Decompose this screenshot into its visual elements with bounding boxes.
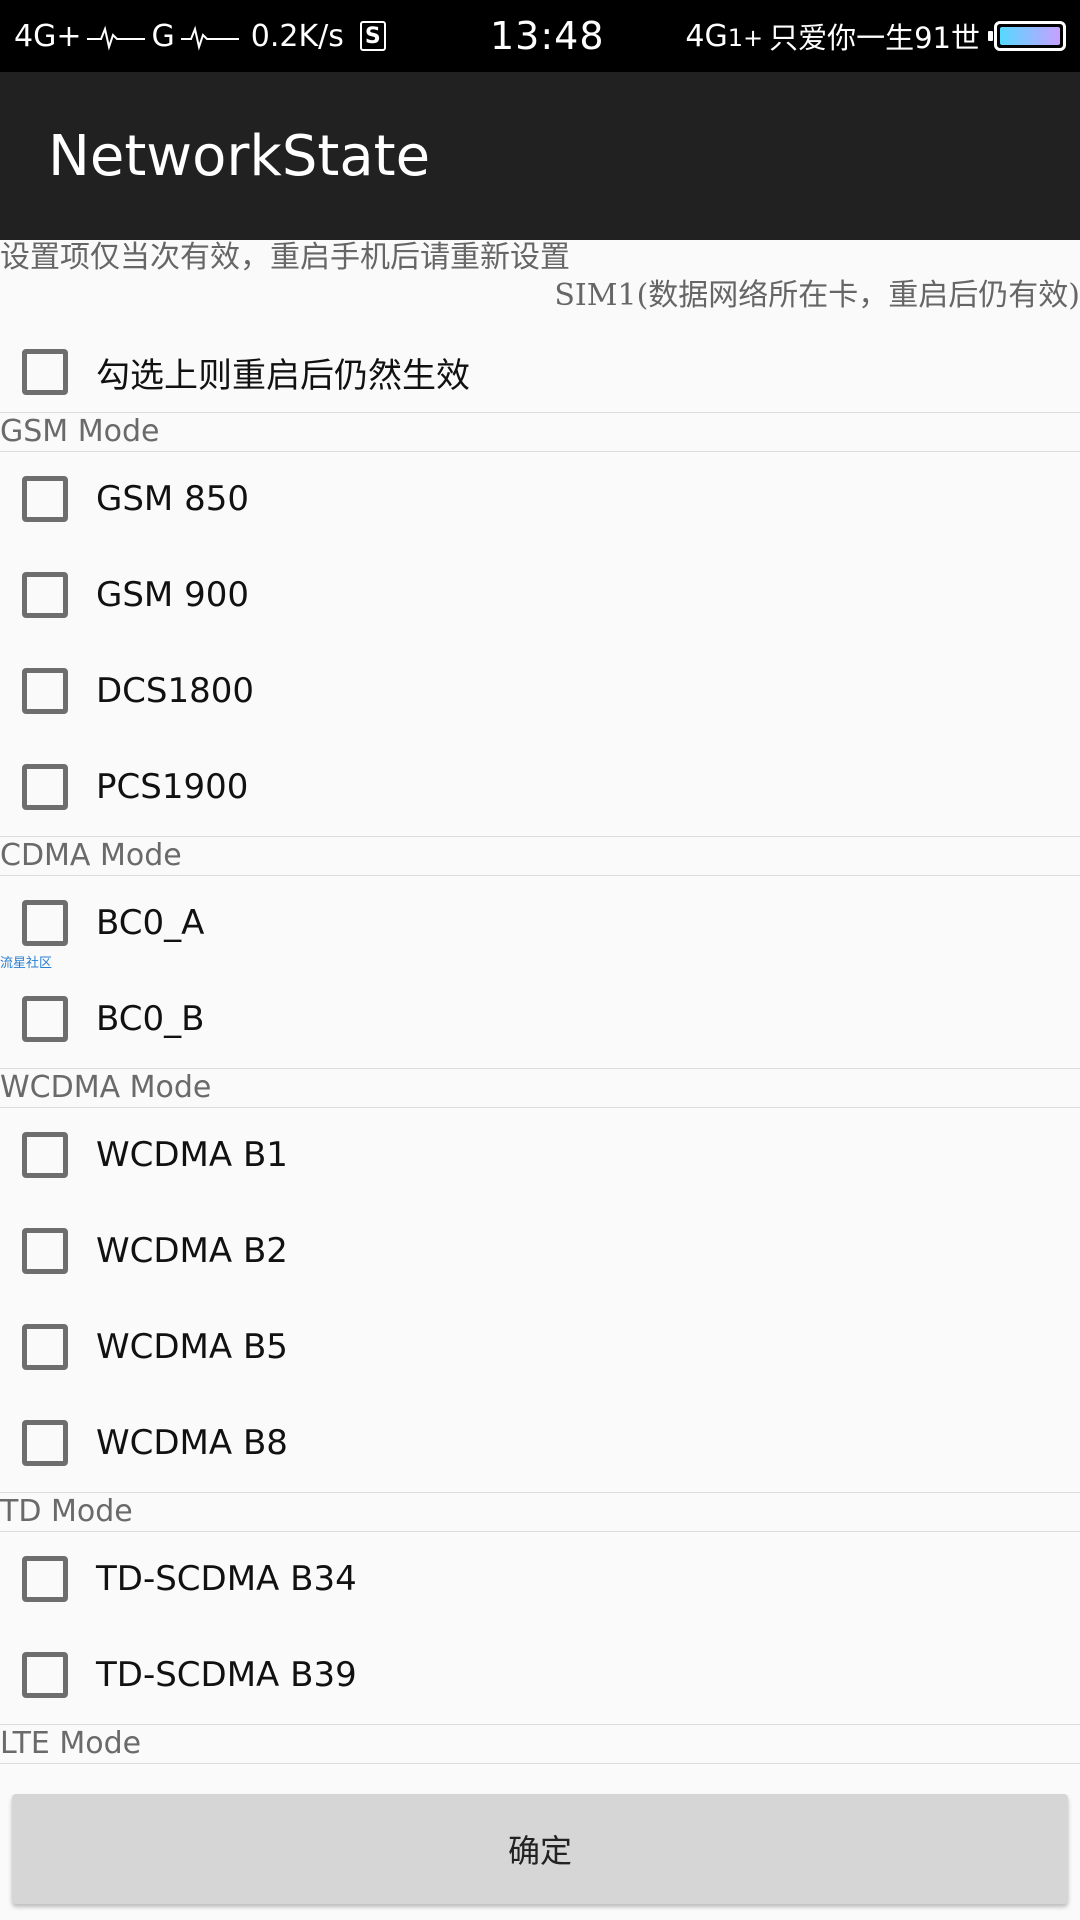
band-row[interactable]: TD-SCDMA B34 [0, 1531, 1080, 1627]
section-header-wcdma: WCDMA Mode [0, 1068, 1080, 1108]
band-checkbox[interactable] [22, 900, 68, 946]
signal-wave-icon [87, 21, 146, 51]
status-bar-left: 4G+ G 0.2K/s S [14, 19, 386, 54]
sim-info-text: SIM1(数据网络所在卡，重启后仍有效) [554, 278, 1080, 313]
band-checkbox[interactable] [22, 996, 68, 1042]
section-header-cdma: CDMA Mode [0, 836, 1080, 876]
band-row[interactable]: GSM 900 [0, 547, 1080, 643]
section-header-gsm: GSM Mode [0, 412, 1080, 452]
s-app-icon: S [359, 21, 386, 51]
band-label: WCDMA B5 [96, 1327, 288, 1367]
confirm-button[interactable]: 确定 [12, 1794, 1068, 1904]
signal-wave-icon [180, 21, 239, 51]
band-row[interactable]: BC0_A [0, 875, 1080, 971]
status-bar: 4G+ G 0.2K/s S 13:48 4G1+ 只爱你一生91世 [0, 0, 1080, 72]
band-row[interactable]: WCDMA B5 [0, 1299, 1080, 1395]
band-row[interactable]: DCS1800 [0, 643, 1080, 739]
band-label: WCDMA B8 [96, 1423, 288, 1463]
band-row[interactable]: GSM 850 [0, 451, 1080, 547]
band-checkbox[interactable] [22, 1420, 68, 1466]
band-checkbox[interactable] [22, 476, 68, 522]
network-type-2: G [151, 18, 175, 54]
app-bar: NetworkState [0, 72, 1080, 240]
band-row[interactable]: WCDMA B1 [0, 1107, 1080, 1203]
network-type-3: 4G1+ [685, 18, 764, 54]
network-type-1: 4G+ [14, 18, 82, 54]
band-checkbox[interactable] [22, 1556, 68, 1602]
clock: 13:48 [490, 14, 605, 58]
battery-icon [988, 21, 1066, 51]
persist-option-row[interactable]: 勾选上则重启后仍然生效 [0, 324, 1080, 420]
band-label: BC0_A [96, 903, 205, 943]
band-label: GSM 900 [96, 575, 249, 615]
band-label: TD-SCDMA B39 [96, 1655, 357, 1695]
band-checkbox[interactable] [22, 1324, 68, 1370]
watermark-text: 流星社区 [0, 956, 53, 971]
band-row[interactable]: PCS1900 [0, 739, 1080, 835]
page-title: NetworkState [48, 123, 431, 189]
band-row[interactable]: TD-SCDMA B39 [0, 1627, 1080, 1723]
network-speed: 0.2K/s [250, 18, 344, 54]
band-checkbox[interactable] [22, 1132, 68, 1178]
section-header-lte: LTE Mode [0, 1724, 1080, 1764]
band-row[interactable]: BC0_B [0, 971, 1080, 1067]
notice-text: 设置项仅当次有效，重启手机后请重新设置 [0, 240, 570, 275]
band-label: PCS1900 [96, 767, 249, 807]
band-checkbox[interactable] [22, 764, 68, 810]
band-row[interactable]: WCDMA B8 [0, 1395, 1080, 1491]
band-row[interactable]: WCDMA B2 [0, 1203, 1080, 1299]
band-checkbox[interactable] [22, 668, 68, 714]
band-checkbox[interactable] [22, 1652, 68, 1698]
persist-option-label: 勾选上则重启后仍然生效 [96, 355, 470, 396]
band-label: BC0_B [96, 999, 205, 1039]
battery-level [1000, 27, 1060, 45]
band-label: GSM 850 [96, 479, 249, 519]
persist-checkbox[interactable] [22, 349, 68, 395]
band-label: DCS1800 [96, 671, 255, 711]
band-label: TD-SCDMA B34 [96, 1559, 357, 1599]
band-label: WCDMA B2 [96, 1231, 288, 1271]
band-checkbox[interactable] [22, 1228, 68, 1274]
carrier-name: 只爱你一生91世 [769, 21, 980, 55]
band-label: WCDMA B1 [96, 1135, 288, 1175]
section-header-td: TD Mode [0, 1492, 1080, 1532]
band-checkbox[interactable] [22, 572, 68, 618]
status-bar-right: 4G1+ 只爱你一生91世 [685, 15, 1066, 57]
